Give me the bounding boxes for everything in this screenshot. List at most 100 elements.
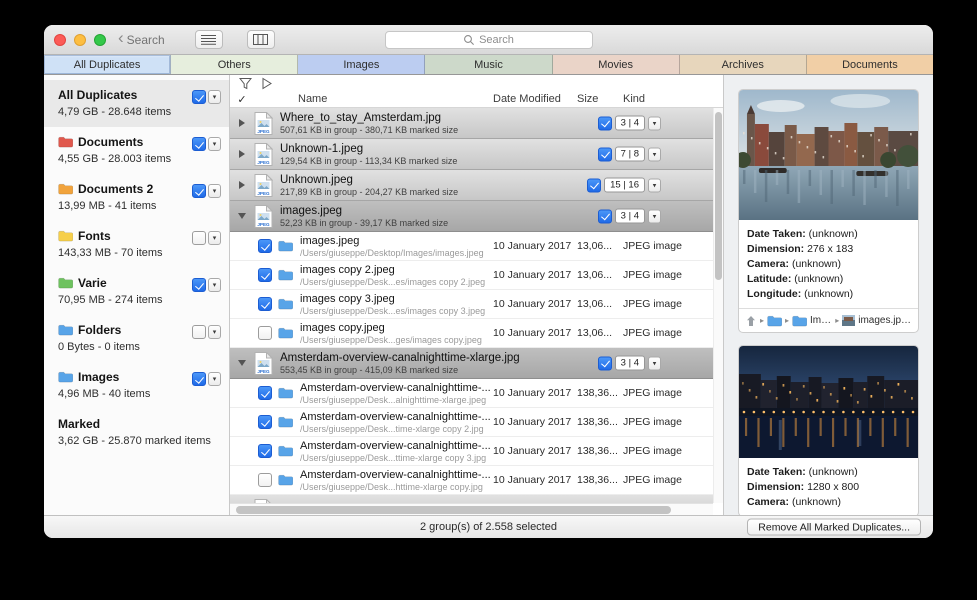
- sidebar-item-checkbox[interactable]: [192, 137, 206, 151]
- sidebar-item-checkbox[interactable]: [192, 372, 206, 386]
- file-size: 13,06...: [577, 298, 623, 310]
- group-checkbox[interactable]: [598, 116, 612, 130]
- file-row[interactable]: images copy.jpeg/Users/giuseppe/Desk...g…: [230, 319, 713, 348]
- sidebar-item-checkbox[interactable]: [192, 325, 206, 339]
- group-checkbox[interactable]: [598, 147, 612, 161]
- vertical-scrollbar-thumb[interactable]: [715, 112, 722, 280]
- close-window-button[interactable]: [54, 34, 66, 46]
- sidebar-item[interactable]: Varie70,95 MB - 274 items▾: [44, 268, 229, 315]
- tab-documents[interactable]: Documents: [807, 55, 933, 74]
- tab-label: Documents: [842, 59, 898, 71]
- column-kind[interactable]: Kind: [623, 93, 713, 105]
- autoselect-flag-icon[interactable]: [261, 77, 273, 90]
- column-checked[interactable]: ✓: [230, 93, 254, 106]
- file-row[interactable]: Amsterdam-overview-canalnighttime-.../Us…: [230, 408, 713, 437]
- file-checkbox[interactable]: [258, 326, 272, 340]
- sidebar-item-checkbox[interactable]: [192, 278, 206, 292]
- minimize-window-button[interactable]: [74, 34, 86, 46]
- group-dropdown[interactable]: ▾: [648, 147, 661, 161]
- jpeg-file-icon: JPEG: [254, 352, 274, 375]
- tab-music[interactable]: Music: [425, 55, 552, 74]
- sidebar-item-info: 13,99 MB - 41 items: [58, 200, 221, 212]
- group-row[interactable]: JPEGWhere_to_stay_Amsterdam.jpg507,61 KB…: [230, 108, 713, 139]
- sidebar-item-dropdown[interactable]: ▾: [208, 90, 221, 104]
- group-row[interactable]: JPEGimages.jpeg52,23 KB in group - 39,17…: [230, 201, 713, 232]
- group-dropdown[interactable]: ▾: [648, 116, 661, 130]
- disclosure-closed-icon[interactable]: [230, 150, 254, 158]
- meta-label: Camera:: [747, 496, 789, 508]
- zoom-window-button[interactable]: [94, 34, 106, 46]
- file-row[interactable]: Amsterdam-overview-canalnighttime-.../Us…: [230, 379, 713, 408]
- file-row[interactable]: Amsterdam-overview-canalnighttime-.../Us…: [230, 466, 713, 495]
- disclosure-closed-icon[interactable]: [230, 181, 254, 189]
- path-folder-label[interactable]: Imag: [810, 315, 832, 326]
- group-dropdown[interactable]: ▾: [648, 209, 661, 223]
- sidebar-item[interactable]: Images4,96 MB - 40 items▾: [44, 362, 229, 409]
- sidebar-item-checkbox[interactable]: [192, 90, 206, 104]
- file-checkbox[interactable]: [258, 415, 272, 429]
- vertical-scrollbar[interactable]: [713, 108, 723, 503]
- file-row[interactable]: images copy 2.jpeg/Users/giuseppe/Desk..…: [230, 261, 713, 290]
- column-date-modified[interactable]: Date Modified: [493, 93, 577, 105]
- folder-icon[interactable]: [792, 315, 807, 327]
- group-checkbox[interactable]: [587, 178, 601, 192]
- group-dropdown[interactable]: ▾: [648, 178, 661, 192]
- tab-archives[interactable]: Archives: [680, 55, 807, 74]
- sidebar-item-dropdown[interactable]: ▾: [208, 184, 221, 198]
- tab-images[interactable]: Images: [298, 55, 425, 74]
- sidebar-item[interactable]: Folders0 Bytes - 0 items▾: [44, 315, 229, 362]
- file-checkbox[interactable]: [258, 444, 272, 458]
- folder-icon[interactable]: [767, 315, 782, 327]
- horizontal-scrollbar[interactable]: [230, 503, 713, 515]
- group-row[interactable]: JPEGUnknown.jpeg217,89 KB in group - 204…: [230, 170, 713, 201]
- file-row[interactable]: images copy 3.jpeg/Users/giuseppe/Desk..…: [230, 290, 713, 319]
- content-area: All Duplicates4,79 GB - 28.648 items▾Doc…: [44, 75, 933, 515]
- sidebar-item[interactable]: Marked3,62 GB - 25.870 marked items: [44, 409, 229, 456]
- sidebar-item-dropdown[interactable]: ▾: [208, 137, 221, 151]
- sidebar-item-dropdown[interactable]: ▾: [208, 231, 221, 245]
- image-thumb-icon[interactable]: [842, 315, 855, 326]
- column-name[interactable]: Name: [254, 93, 493, 105]
- file-checkbox[interactable]: [258, 239, 272, 253]
- disclosure-closed-icon[interactable]: [230, 119, 254, 127]
- disclosure-open-icon[interactable]: [230, 360, 254, 366]
- tab-all-duplicates[interactable]: All Duplicates: [44, 55, 171, 74]
- group-checkbox[interactable]: [598, 356, 612, 370]
- path-file-label[interactable]: images.jpeg: [858, 315, 912, 326]
- sidebar-item-dropdown[interactable]: ▾: [208, 278, 221, 292]
- group-row[interactable]: JPEG2560...: [230, 495, 713, 503]
- sidebar-item-checkbox[interactable]: [192, 231, 206, 245]
- disclosure-open-icon[interactable]: [230, 213, 254, 219]
- sidebar-item[interactable]: Documents4,55 GB - 28.003 items▾: [44, 127, 229, 174]
- group-row[interactable]: JPEGUnknown-1.jpeg129,54 KB in group - 1…: [230, 139, 713, 170]
- chevron-right-icon: ▸: [760, 316, 764, 325]
- column-view-button[interactable]: [247, 30, 275, 49]
- group-row[interactable]: JPEGAmsterdam-overview-canalnighttime-xl…: [230, 348, 713, 379]
- sidebar-item[interactable]: Fonts143,33 MB - 70 items▾: [44, 221, 229, 268]
- sidebar-item[interactable]: Documents 213,99 MB - 41 items▾: [44, 174, 229, 221]
- file-checkbox[interactable]: [258, 386, 272, 400]
- file-checkbox[interactable]: [258, 268, 272, 282]
- list-view-button[interactable]: [195, 30, 223, 49]
- filter-funnel-icon[interactable]: [239, 77, 252, 90]
- file-date: 10 January 2017: [493, 445, 577, 457]
- group-checkbox[interactable]: [598, 209, 612, 223]
- sidebar-item-checkbox[interactable]: [192, 184, 206, 198]
- file-checkbox[interactable]: [258, 473, 272, 487]
- sidebar-item-label: Images: [78, 370, 119, 384]
- remove-marked-button[interactable]: Remove All Marked Duplicates...: [747, 519, 921, 536]
- file-row[interactable]: images.jpeg/Users/giuseppe/Desktop/Image…: [230, 232, 713, 261]
- tab-others[interactable]: Others: [171, 55, 298, 74]
- sidebar-item-dropdown[interactable]: ▾: [208, 372, 221, 386]
- root-icon[interactable]: [745, 315, 757, 327]
- sidebar-item[interactable]: All Duplicates4,79 GB - 28.648 items▾: [44, 80, 229, 127]
- file-row[interactable]: Amsterdam-overview-canalnighttime-.../Us…: [230, 437, 713, 466]
- column-size[interactable]: Size: [577, 93, 623, 105]
- tab-movies[interactable]: Movies: [553, 55, 680, 74]
- search-input[interactable]: Search: [385, 31, 593, 49]
- sidebar-item-dropdown[interactable]: ▾: [208, 325, 221, 339]
- horizontal-scrollbar-thumb[interactable]: [236, 506, 671, 514]
- back-button[interactable]: ‹ Search: [118, 33, 165, 47]
- file-checkbox[interactable]: [258, 297, 272, 311]
- group-dropdown[interactable]: ▾: [648, 356, 661, 370]
